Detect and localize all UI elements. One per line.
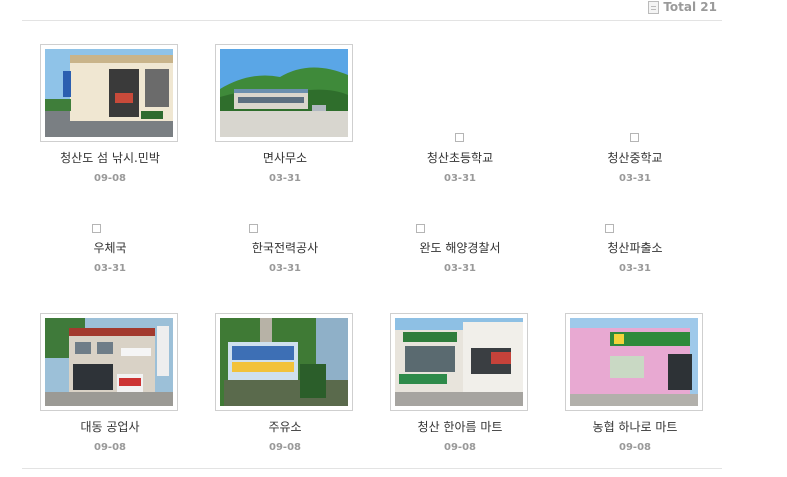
item-title[interactable]: 청산파출소 <box>555 239 715 256</box>
thumbnail-town-office[interactable] <box>215 44 353 142</box>
broken-image-icon[interactable] <box>249 224 258 233</box>
gallery-item[interactable]: 대동 공업사 09-08 <box>30 313 190 463</box>
item-date: 09-08 <box>619 442 651 453</box>
item-date: 03-31 <box>94 263 126 274</box>
gallery-item[interactable]: 농협 하나로 마트 09-08 <box>555 313 715 463</box>
gallery-item[interactable]: 면사무소 03-31 <box>205 44 365 194</box>
item-date: 03-31 <box>619 173 651 184</box>
gallery-item[interactable]: 한국전력공사 03-31 <box>205 222 365 282</box>
broken-image-icon[interactable] <box>605 224 614 233</box>
item-title[interactable]: 청산 한아름 마트 <box>380 418 540 435</box>
item-title[interactable]: 농협 하나로 마트 <box>555 418 715 435</box>
gallery-item[interactable]: 청산초등학교 03-31 <box>380 44 540 194</box>
gallery-item[interactable]: 청산 한아름 마트 09-08 <box>380 313 540 463</box>
gallery-item[interactable]: 완도 해양경찰서 03-31 <box>380 222 540 282</box>
gallery-item[interactable]: 청산파출소 03-31 <box>555 222 715 282</box>
broken-image-icon[interactable] <box>92 224 101 233</box>
gas-station-photo <box>220 318 348 406</box>
gallery-item[interactable]: 우체국 03-31 <box>30 222 190 282</box>
hanareum-mart-photo <box>395 318 523 406</box>
item-date: 09-08 <box>269 442 301 453</box>
broken-image-icon[interactable] <box>630 133 639 142</box>
document-icon <box>648 0 660 14</box>
item-title[interactable]: 청산중학교 <box>555 149 715 166</box>
total-count: Total 21 <box>648 0 717 14</box>
fishing-lodge-photo <box>45 49 173 137</box>
item-date: 03-31 <box>269 173 301 184</box>
gallery-item[interactable]: 청산도 섬 낚시.민박 09-08 <box>30 44 190 194</box>
gallery-item[interactable]: 청산중학교 03-31 <box>555 44 715 194</box>
item-title[interactable]: 청산초등학교 <box>380 149 540 166</box>
thumbnail-gas-station[interactable] <box>215 313 353 411</box>
item-date: 09-08 <box>94 442 126 453</box>
item-title[interactable]: 한국전력공사 <box>205 239 365 256</box>
item-date: 03-31 <box>444 263 476 274</box>
thumbnail-repair-shop[interactable] <box>40 313 178 411</box>
item-title[interactable]: 면사무소 <box>205 149 365 166</box>
item-date: 03-31 <box>444 173 476 184</box>
item-title[interactable]: 주유소 <box>205 418 365 435</box>
total-label: Total 21 <box>663 0 717 14</box>
gallery-item[interactable]: 주유소 09-08 <box>205 313 365 463</box>
broken-image-icon[interactable] <box>455 133 464 142</box>
item-date: 09-08 <box>444 442 476 453</box>
thumbnail-hanaro-mart[interactable] <box>565 313 703 411</box>
thumbnail-fishing-lodge[interactable] <box>40 44 178 142</box>
item-title[interactable]: 대동 공업사 <box>30 418 190 435</box>
item-date: 09-08 <box>94 173 126 184</box>
top-divider <box>22 20 722 21</box>
repair-shop-photo <box>45 318 173 406</box>
bottom-divider <box>22 468 722 469</box>
town-office-photo <box>220 49 348 137</box>
item-title[interactable]: 우체국 <box>30 239 190 256</box>
item-date: 03-31 <box>269 263 301 274</box>
broken-image-icon[interactable] <box>416 224 425 233</box>
item-date: 03-31 <box>619 263 651 274</box>
item-title[interactable]: 완도 해양경찰서 <box>380 239 540 256</box>
item-title[interactable]: 청산도 섬 낚시.민박 <box>30 149 190 166</box>
hanaro-mart-photo <box>570 318 698 406</box>
thumbnail-hanareum-mart[interactable] <box>390 313 528 411</box>
